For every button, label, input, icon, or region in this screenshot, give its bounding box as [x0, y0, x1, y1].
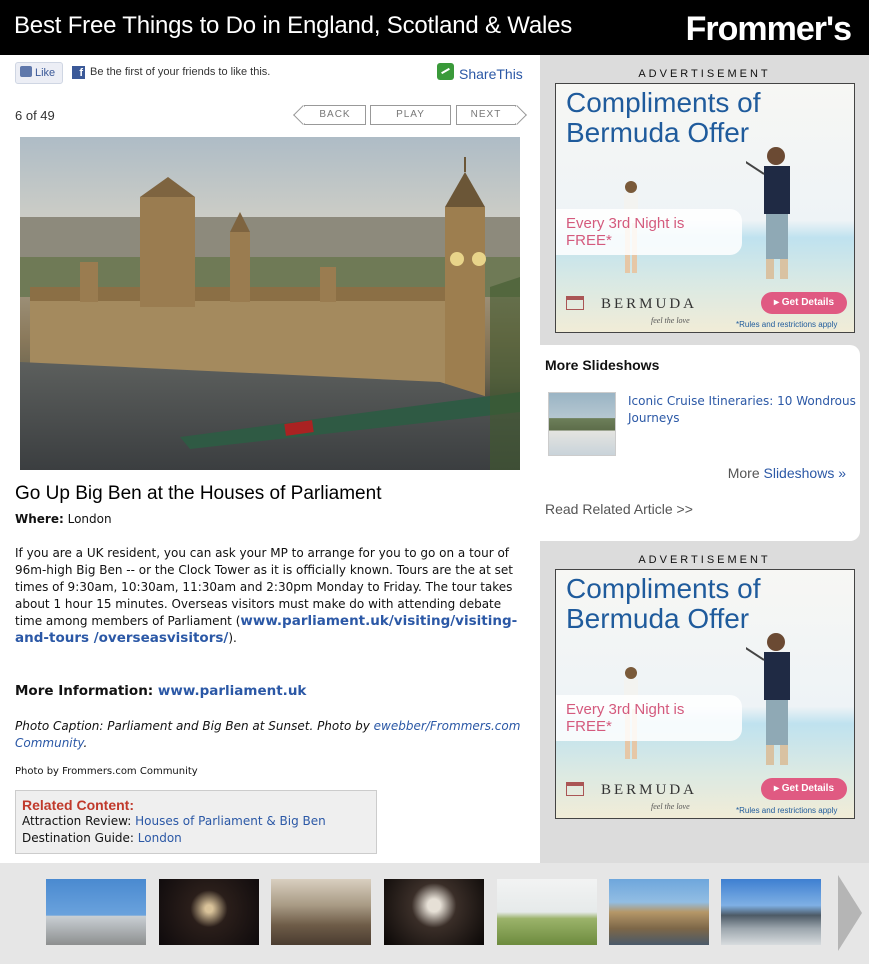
- frommers-logo[interactable]: Frommer's: [686, 10, 852, 49]
- ad-headline: Compliments of Bermuda Offer: [566, 88, 761, 148]
- attraction-review-link[interactable]: Houses of Parliament & Big Ben: [135, 814, 326, 828]
- related-row: Destination Guide: London: [22, 830, 370, 847]
- golfer-figure: [746, 147, 790, 279]
- thumbnail-parliament[interactable]: [609, 879, 709, 945]
- get-details-button[interactable]: ▸ Get Details: [761, 292, 847, 314]
- facebook-friends-text: Be the first of your friends to like thi…: [90, 66, 271, 78]
- ad-headline-line: Compliments of: [566, 87, 761, 118]
- ad-headline-line: Compliments of: [566, 573, 761, 604]
- thumbnail-strip: [0, 863, 869, 964]
- more-slideshows-link[interactable]: More Slideshows »: [728, 465, 846, 481]
- article-body-end: ).: [228, 631, 237, 645]
- sharethis-link[interactable]: ShareThis: [459, 66, 523, 82]
- article-title: Go Up Big Ben at the Houses of Parliamen…: [15, 483, 382, 504]
- related-label: Destination Guide:: [22, 831, 134, 845]
- more-slideshows-heading: More Slideshows: [545, 357, 660, 373]
- ad-rules: *Rules and restrictions apply: [736, 320, 838, 329]
- ad-brand-tagline: feel the love: [651, 802, 690, 811]
- ad-headline-line: Bermuda Offer: [566, 603, 750, 634]
- ad-rules: *Rules and restrictions apply: [736, 806, 838, 815]
- ad-offer: Every 3rd Night is FREE*: [556, 209, 742, 255]
- like-label: Like: [35, 67, 56, 79]
- more-slideshows-box: More Slideshows Iconic Cruise Itinerarie…: [540, 345, 860, 541]
- golfer-figure: [746, 633, 790, 765]
- ad-headline: Compliments of Bermuda Offer: [566, 574, 761, 634]
- photo-credit: Photo by Frommers.com Community: [15, 766, 198, 777]
- where-value: London: [67, 512, 112, 526]
- share-icon[interactable]: [437, 63, 454, 80]
- thumbnail-sheep-park[interactable]: [497, 879, 597, 945]
- get-details-button[interactable]: ▸ Get Details: [761, 778, 847, 800]
- related-row: Attraction Review: Houses of Parliament …: [22, 813, 370, 830]
- cruise-slideshow-thumbnail[interactable]: [548, 392, 616, 456]
- article-body: If you are a UK resident, you can ask yo…: [15, 545, 525, 647]
- header-bar: Best Free Things to Do in England, Scotl…: [0, 0, 869, 55]
- cruise-slideshow-link[interactable]: Iconic Cruise Itineraries: 10 Wondrous J…: [628, 393, 858, 427]
- ad-headline-line: Bermuda Offer: [566, 117, 750, 148]
- thumbnail-city-hall[interactable]: [721, 879, 821, 945]
- next-label: NEXT: [470, 109, 502, 120]
- caption-prefix: Photo Caption: Parliament and Big Ben at…: [15, 719, 374, 733]
- parliament-website-link[interactable]: www.parliament.uk: [158, 683, 306, 699]
- ad-brand: BERMUDA: [601, 782, 698, 798]
- slide-counter: 6 of 49: [15, 108, 55, 123]
- play-button[interactable]: PLAY: [370, 105, 451, 125]
- photo-caption: Photo Caption: Parliament and Big Ben at…: [15, 718, 525, 752]
- related-content-box: Related Content: Attraction Review: Hous…: [15, 790, 377, 854]
- parliament-photo: [20, 137, 520, 470]
- ad-brand-tagline: feel the love: [651, 316, 690, 325]
- where-line: Where: London: [15, 512, 112, 526]
- thumbnail-concert[interactable]: [384, 879, 484, 945]
- facebook-icon: f: [72, 66, 85, 79]
- bermuda-logo-icon: [566, 296, 584, 310]
- ad-offer: Every 3rd Night is FREE*: [556, 695, 742, 741]
- ad-brand: BERMUDA: [601, 296, 698, 312]
- read-related-article-link[interactable]: Read Related Article >>: [545, 501, 693, 517]
- thumbnail-pub-interior[interactable]: [271, 879, 371, 945]
- back-label: BACK: [319, 109, 351, 120]
- related-content-heading: Related Content:: [22, 797, 134, 813]
- facebook-like-button[interactable]: Like: [15, 62, 63, 84]
- caption-suffix: .: [83, 736, 88, 750]
- advertisement-label: ADVERTISEMENT: [638, 554, 771, 566]
- where-label: Where:: [15, 512, 64, 526]
- thumbnail-liver-building[interactable]: [46, 879, 146, 945]
- bermuda-logo-icon: [566, 782, 584, 796]
- more-slideshows-link-text[interactable]: Slideshows »: [764, 465, 847, 481]
- destination-guide-link[interactable]: London: [138, 831, 182, 845]
- next-thumbnails-arrow-icon[interactable]: [838, 875, 862, 951]
- more-info-label: More Information:: [15, 683, 154, 699]
- more-information: More Information: www.parliament.uk: [15, 683, 306, 699]
- related-label: Attraction Review:: [22, 814, 132, 828]
- advertisement-label: ADVERTISEMENT: [638, 68, 771, 80]
- bermuda-ad-top[interactable]: Compliments of Bermuda Offer Every 3rd N…: [555, 83, 855, 333]
- thumbs-up-icon: [20, 66, 32, 77]
- page-title: Best Free Things to Do in England, Scotl…: [14, 12, 573, 39]
- back-button[interactable]: BACK: [304, 105, 366, 125]
- more-slideshows-prefix: More: [727, 465, 764, 481]
- next-button[interactable]: NEXT: [456, 105, 516, 125]
- bermuda-ad-bottom[interactable]: Compliments of Bermuda Offer Every 3rd N…: [555, 569, 855, 819]
- thumbnail-night-castle[interactable]: [159, 879, 259, 945]
